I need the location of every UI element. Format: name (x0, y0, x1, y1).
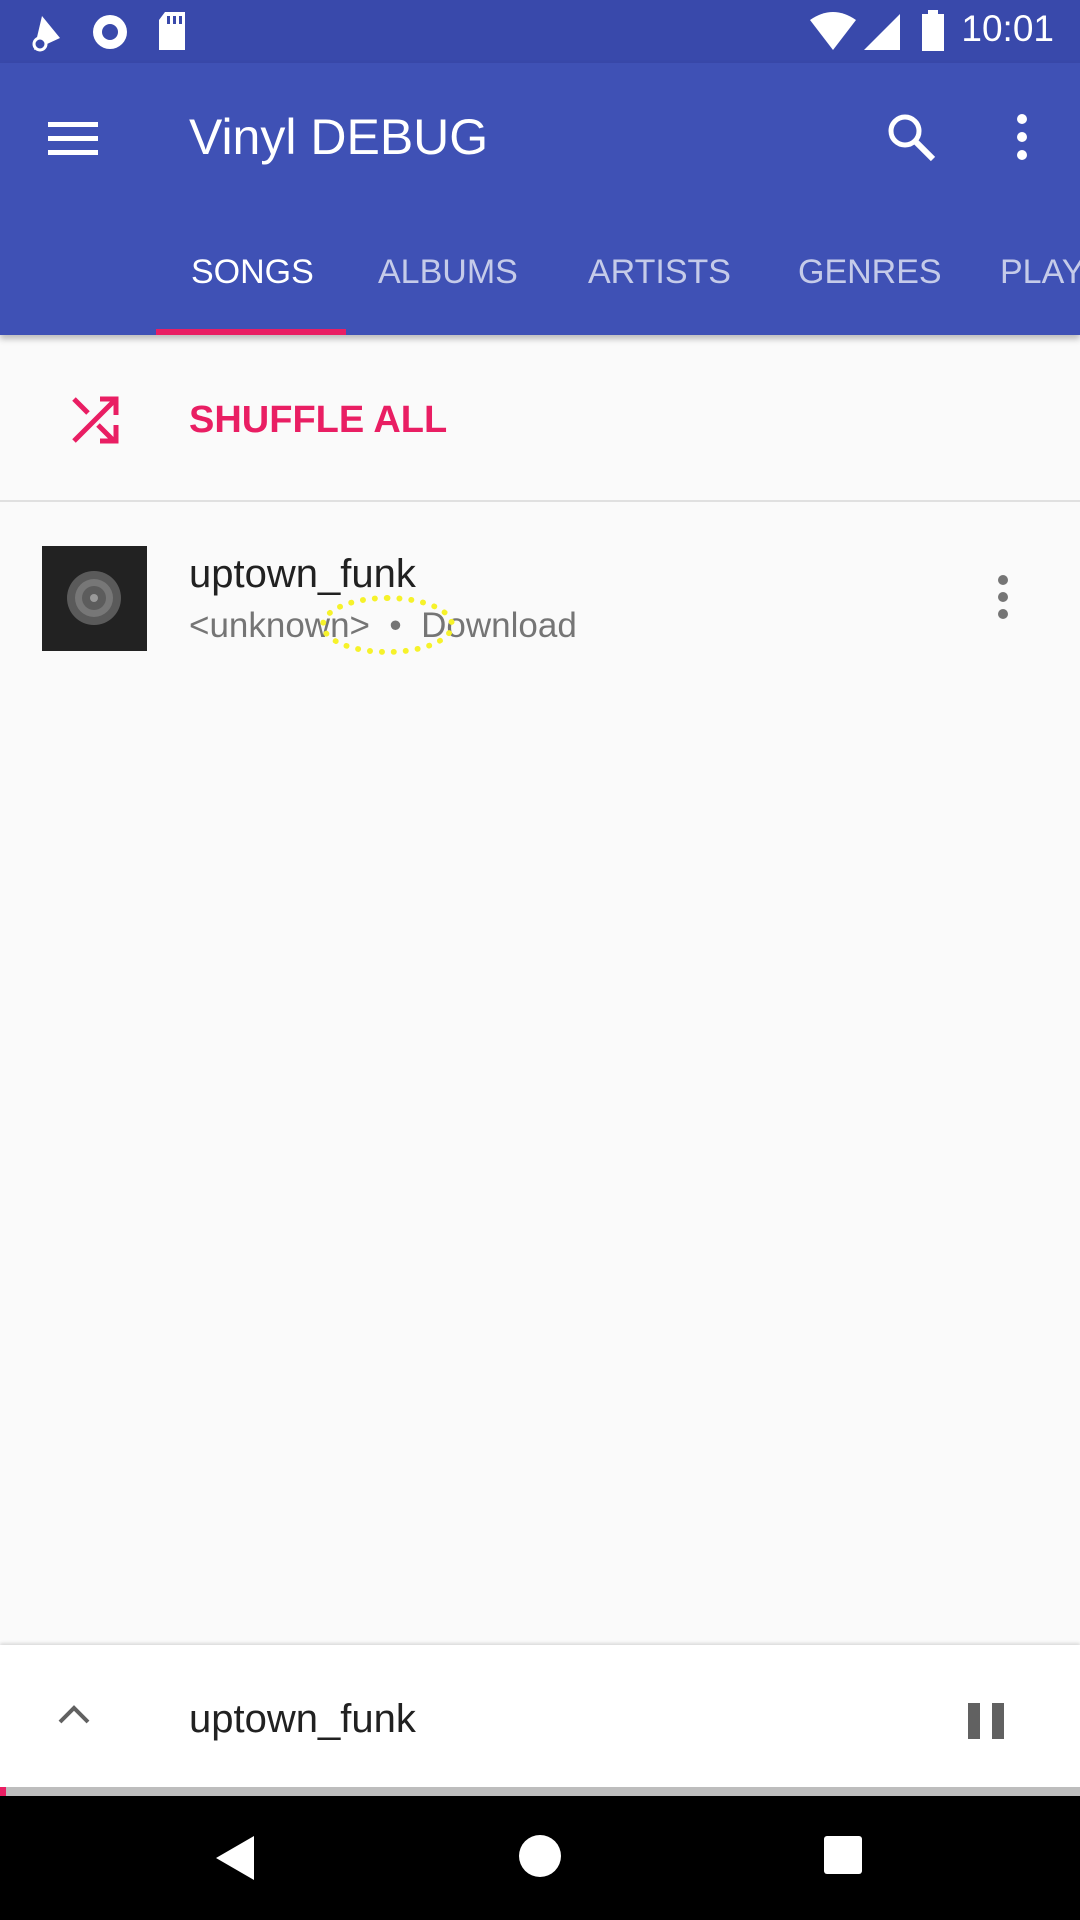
app-bar: Vinyl DEBUG SONGS ALBUMS ARTISTS GENRES … (0, 63, 1080, 335)
progress-bar[interactable] (0, 1787, 1080, 1796)
vinyl-record-icon (67, 571, 121, 625)
status-time: 10:01 (961, 8, 1054, 49)
list-item[interactable]: uptown_funk <unknown> • Download (0, 502, 1080, 692)
app-title: Vinyl DEBUG (189, 109, 489, 165)
album-art (42, 546, 147, 651)
more-vert-icon[interactable] (978, 572, 1028, 622)
menu-icon[interactable] (48, 118, 100, 158)
signal-icon (864, 14, 900, 50)
shuffle-icon (72, 396, 119, 444)
tab-albums[interactable]: ALBUMS (378, 253, 518, 292)
tab-songs[interactable]: SONGS (191, 253, 314, 292)
home-icon[interactable] (518, 1834, 562, 1878)
radio-icon (93, 15, 127, 49)
tab-playlists[interactable]: PLAY (1000, 253, 1080, 292)
shuffle-all-button[interactable]: SHUFFLE ALL (0, 335, 1080, 501)
tab-genres[interactable]: GENRES (798, 253, 942, 292)
notification-triangle-icon (32, 16, 60, 52)
shuffle-all-label: SHUFFLE ALL (189, 399, 448, 441)
battery-icon (922, 10, 944, 51)
song-title: uptown_funk (189, 552, 416, 596)
navigation-bar (0, 1796, 1080, 1920)
sd-card-icon (159, 12, 185, 50)
more-vert-icon[interactable] (1010, 111, 1034, 163)
mini-player[interactable]: uptown_funk (0, 1645, 1080, 1787)
tab-artists[interactable]: ARTISTS (588, 253, 731, 292)
back-icon[interactable] (214, 1834, 258, 1882)
wifi-icon (810, 12, 856, 50)
expand-up-icon[interactable] (56, 1700, 92, 1726)
tap-indicator (320, 595, 455, 655)
progress-fill (0, 1787, 7, 1796)
mini-player-title: uptown_funk (189, 1697, 416, 1741)
status-bar: 10:01 (0, 0, 1080, 63)
pause-icon[interactable] (966, 1701, 1006, 1741)
search-icon[interactable] (885, 111, 937, 163)
recents-icon[interactable] (822, 1834, 864, 1876)
